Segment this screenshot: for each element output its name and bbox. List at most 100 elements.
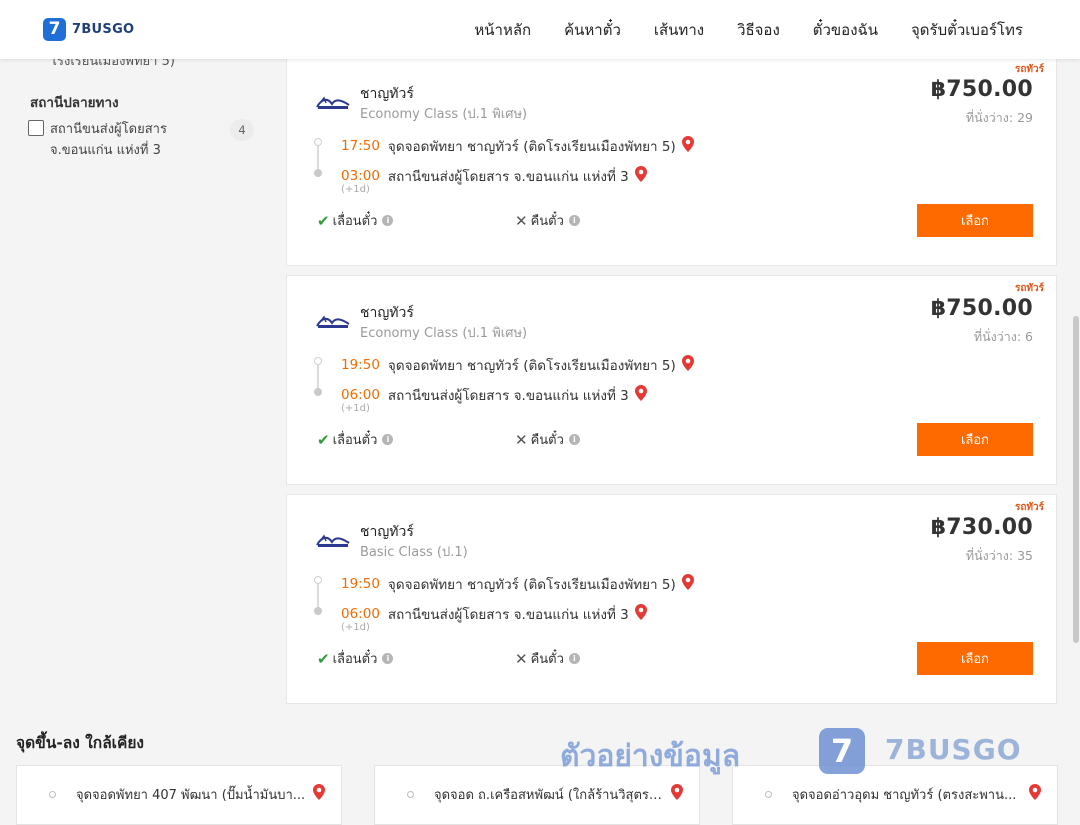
arrival-time: 06:00 — [341, 387, 380, 403]
departure-stop: 17:50 จุดจอดพัทยา ชาญทัวร์ (ติดโรงเรียนเม… — [341, 135, 694, 157]
refund-ticket-policy: ✕ คืนตั๋ว i — [515, 648, 580, 669]
destination-filter-count: 4 — [230, 119, 254, 141]
departure-place: จุดจอดพัทยา ชาญทัวร์ (ติดโรงเรียนเมืองพั… — [387, 358, 676, 374]
departure-time: 19:50 — [341, 576, 380, 592]
operator-name: ชาญทัวร์ — [360, 524, 414, 540]
logo-text: 7BUSGO — [72, 22, 135, 37]
operator-logo-icon — [316, 532, 350, 554]
nearby-title: จุดขึ้น-ลง ใกล้เคียง — [16, 734, 145, 752]
nearby-card[interactable]: จุดจอดพัทยา 407 พัฒนา (ปั๊มน้ำมันบา... — [16, 765, 342, 825]
departure-dot-icon — [314, 576, 322, 584]
arrival-stop: 03:00 สถานีขนส่งผู้โดยสาร จ.ขอนแก่น แห่งท… — [341, 165, 647, 187]
watermark-brand: 7BUSGO — [885, 733, 1022, 766]
arrival-dot-icon — [314, 388, 322, 396]
operator-name: ชาญทัวร์ — [360, 86, 414, 102]
operator-logo-icon — [316, 313, 350, 335]
top-header: 7 7BUSGO หน้าหลัก ค้นหาตั๋ว เส้นทาง วิธี… — [0, 0, 1080, 59]
refund-ticket-label: คืนตั๋ว — [530, 652, 564, 667]
cross-icon: ✕ — [515, 211, 528, 230]
refund-ticket-policy: ✕ คืนตั๋ว i — [515, 210, 580, 231]
map-pin-icon[interactable] — [313, 784, 325, 804]
info-icon[interactable]: i — [568, 434, 580, 445]
departure-time: 19:50 — [341, 357, 380, 373]
arrival-place: สถานีขนส่งผู้โดยสาร จ.ขอนแก่น แห่งที่ 3 — [387, 169, 629, 185]
main-nav: หน้าหลัก ค้นหาตั๋ว เส้นทาง วิธีจอง ตั๋วข… — [441, 19, 1023, 41]
map-pin-icon[interactable] — [634, 385, 647, 405]
operator-name: ชาญทัวร์ — [360, 305, 414, 321]
scrollbar[interactable] — [1072, 0, 1080, 800]
scrollbar-thumb[interactable] — [1073, 316, 1079, 643]
change-ticket-label: เลื่อนตั๋ว — [332, 214, 378, 229]
map-pin-icon[interactable] — [634, 166, 647, 186]
cross-icon: ✕ — [515, 430, 528, 449]
arrival-time: 06:00 — [341, 606, 380, 622]
nearby-dot-icon — [765, 791, 772, 798]
next-day-label: (+1d) — [341, 403, 370, 414]
arrival-stop: 06:00 สถานีขนส่งผู้โดยสาร จ.ขอนแก่น แห่งท… — [341, 384, 647, 406]
refund-ticket-label: คืนตั๋ว — [530, 433, 564, 448]
change-ticket-policy: ✔ เลื่อนตั๋ว i — [317, 648, 394, 669]
seats-available: ที่นั่งว่าง: 29 — [965, 110, 1033, 125]
map-pin-icon[interactable] — [671, 784, 683, 804]
check-icon: ✔ — [317, 430, 330, 449]
trip-price: ฿750.00 — [930, 296, 1033, 321]
nearby-place: จุดจอด ถ.เครือสหพัฒน์ (ใกล้ร้านวิสุตรเ..… — [434, 788, 664, 803]
nearby-place: จุดจอดพัทยา 407 พัฒนา (ปั๊มน้ำมันบา... — [76, 788, 306, 803]
nav-pickup-points[interactable]: จุดรับตั๋วเบอร์โทร — [911, 19, 1023, 41]
info-icon[interactable]: i — [568, 653, 580, 664]
departure-dot-icon — [314, 138, 322, 146]
departure-stop: 19:50 จุดจอดพัทยา ชาญทัวร์ (ติดโรงเรียนเม… — [341, 354, 694, 376]
nav-how-to-book[interactable]: วิธีจอง — [737, 19, 780, 41]
change-ticket-label: เลื่อนตั๋ว — [332, 433, 378, 448]
change-ticket-label: เลื่อนตั๋ว — [332, 652, 378, 667]
map-pin-icon[interactable] — [681, 136, 694, 156]
next-day-label: (+1d) — [341, 184, 370, 195]
trip-card: รถทัวร์ ชาญทัวร์ Economy Class (ป.1 พิเศษ)… — [286, 275, 1057, 485]
map-pin-icon[interactable] — [681, 355, 694, 375]
destination-checkbox[interactable] — [28, 120, 44, 136]
select-trip-button[interactable]: เลือก — [917, 204, 1033, 237]
change-ticket-policy: ✔ เลื่อนตั๋ว i — [317, 210, 394, 231]
nav-search-ticket[interactable]: ค้นหาตั๋ว — [564, 19, 621, 41]
seats-available: ที่นั่งว่าง: 6 — [973, 329, 1033, 344]
info-icon[interactable]: i — [382, 434, 394, 445]
refund-ticket-label: คืนตั๋ว — [530, 214, 564, 229]
nearby-card[interactable]: จุดจอดอ่าวอุดม ชาญทัวร์ (ตรงสะพาน... — [732, 765, 1058, 825]
trip-card: รถทัวร์ ชาญทัวร์ Basic Class (ป.1) ฿730.00 ท… — [286, 494, 1057, 704]
nearby-place: จุดจอดอ่าวอุดม ชาญทัวร์ (ตรงสะพาน... — [792, 788, 1017, 803]
map-pin-icon[interactable] — [681, 574, 694, 594]
select-trip-button[interactable]: เลือก — [917, 423, 1033, 456]
site-logo[interactable]: 7 7BUSGO — [43, 18, 134, 41]
info-icon[interactable]: i — [382, 653, 394, 664]
map-pin-icon[interactable] — [634, 604, 647, 624]
arrival-dot-icon — [314, 169, 322, 177]
trip-price: ฿730.00 — [930, 515, 1033, 540]
departure-time: 17:50 — [341, 138, 380, 154]
arrival-dot-icon — [314, 607, 322, 615]
info-icon[interactable]: i — [382, 215, 394, 226]
seats-available: ที่นั่งว่าง: 35 — [965, 548, 1033, 563]
departure-place: จุดจอดพัทยา ชาญทัวร์ (ติดโรงเรียนเมืองพั… — [387, 577, 676, 593]
bus-class: Economy Class (ป.1 พิเศษ) — [360, 107, 528, 122]
departure-dot-icon — [314, 357, 322, 365]
nearby-dot-icon — [49, 791, 56, 798]
logo-mark-icon: 7 — [43, 18, 66, 41]
nav-home[interactable]: หน้าหลัก — [474, 19, 531, 41]
nav-routes[interactable]: เส้นทาง — [654, 19, 704, 41]
info-icon[interactable]: i — [568, 215, 580, 226]
arrival-place: สถานีขนส่งผู้โดยสาร จ.ขอนแก่น แห่งที่ 3 — [387, 388, 629, 404]
refund-ticket-policy: ✕ คืนตั๋ว i — [515, 429, 580, 450]
destination-filter-title: สถานีปลายทาง — [30, 95, 119, 111]
arrival-time: 03:00 — [341, 168, 380, 184]
departure-stop: 19:50 จุดจอดพัทยา ชาญทัวร์ (ติดโรงเรียนเม… — [341, 573, 694, 595]
operator-logo-icon — [316, 94, 350, 116]
change-ticket-policy: ✔ เลื่อนตั๋ว i — [317, 429, 394, 450]
nav-my-tickets[interactable]: ตั๋วของฉัน — [813, 19, 878, 41]
bus-type-badge: รถทัวร์ — [1014, 502, 1044, 513]
arrival-place: สถานีขนส่งผู้โดยสาร จ.ขอนแก่น แห่งที่ 3 — [387, 607, 629, 623]
map-pin-icon[interactable] — [1029, 784, 1041, 804]
departure-place: จุดจอดพัทยา ชาญทัวร์ (ติดโรงเรียนเมืองพั… — [387, 139, 676, 155]
select-trip-button[interactable]: เลือก — [917, 642, 1033, 675]
destination-filter-label: สถานีขนส่งผู้โดยสาร จ.ขอนแก่น แห่งที่ 3 — [50, 122, 167, 158]
watermark-logo-icon: 7 — [819, 728, 865, 774]
